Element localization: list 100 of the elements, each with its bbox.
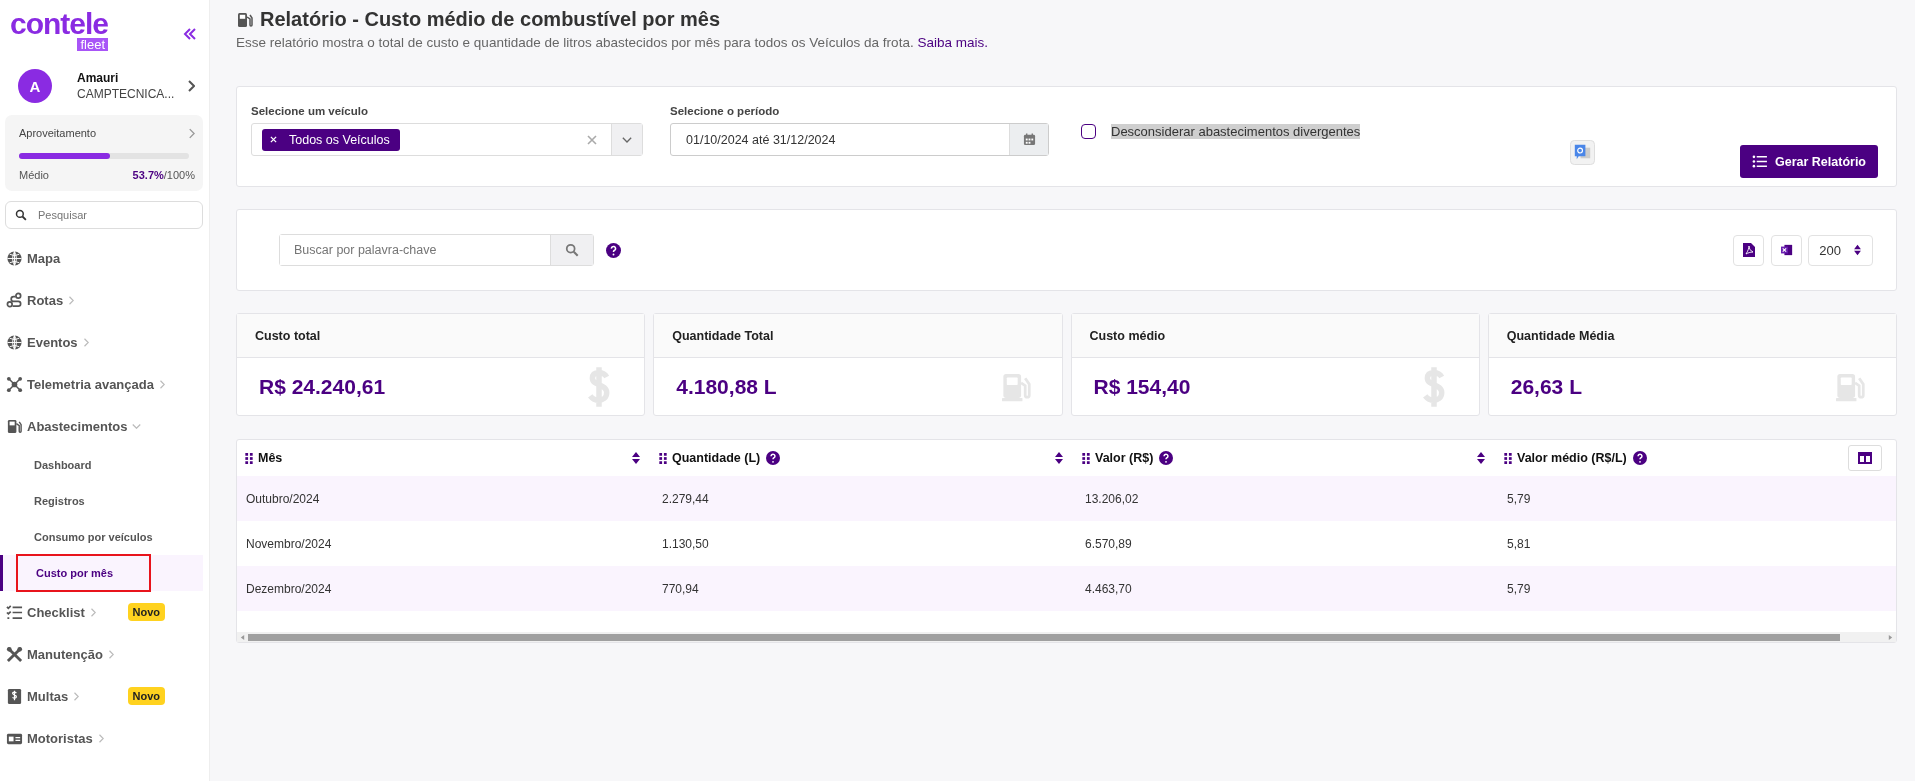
page-description: Esse relatório mostra o total de custo e quantidade de litros abastecidos por mês para todos os Veículos da frota. Saiba mais. xyxy=(236,35,989,50)
pdf-file-icon xyxy=(1742,243,1755,257)
learn-more-link[interactable]: Saiba mais. xyxy=(917,35,988,50)
table-cell: 5,81 xyxy=(1507,536,1531,551)
search-button[interactable] xyxy=(550,235,593,265)
page-size-select[interactable]: 200 xyxy=(1808,234,1873,266)
nav-item[interactable]: Eventos xyxy=(0,321,203,363)
nodes-icon xyxy=(6,375,23,393)
table-cell: 13.206,02 xyxy=(1085,491,1139,506)
pdf-export-button[interactable] xyxy=(1733,234,1765,266)
table-cell: 5,79 xyxy=(1507,581,1531,596)
stat-value: R$ 154,40 xyxy=(1093,374,1191,399)
chevron-right-icon[interactable] xyxy=(187,80,195,92)
user-name: Amauri xyxy=(77,71,120,85)
fuel-pump-icon xyxy=(6,417,23,435)
logo-badge: fleet xyxy=(77,38,108,51)
drag-handle-icon[interactable] xyxy=(1082,452,1090,464)
drag-handle-icon[interactable] xyxy=(659,452,667,464)
submenu-item[interactable]: Custo por mês xyxy=(16,554,151,592)
table-cell: Novembro/2024 xyxy=(246,536,332,551)
vehicle-select[interactable]: Todos os Veículos xyxy=(251,123,643,156)
usage-rating: Médio xyxy=(19,169,49,181)
table-cell: 6.570,89 xyxy=(1085,536,1132,551)
nav-item[interactable]: Manutenção xyxy=(0,633,203,675)
checkbox[interactable] xyxy=(1081,124,1096,139)
stat-value: 26,63 L xyxy=(1510,374,1582,399)
dropdown-toggle[interactable] xyxy=(611,124,642,155)
field-label: Selecione um veículo xyxy=(251,105,369,117)
globe-icon xyxy=(6,249,23,267)
avatar: A xyxy=(18,69,52,103)
table-cell: Dezembro/2024 xyxy=(246,581,332,596)
stat-title: Custo total xyxy=(237,314,645,358)
globe-icon xyxy=(6,333,23,351)
search-field[interactable]: Pesquisar xyxy=(5,201,203,229)
column-header[interactable]: Mês xyxy=(237,440,651,476)
search-icon xyxy=(15,209,27,221)
date-range-field[interactable]: 01/10/2024 até 31/12/2024 xyxy=(670,123,1049,156)
usage-card[interactable]: Aproveitamento Médio 53.7%/100% xyxy=(5,115,203,191)
new-badge: Novo xyxy=(127,687,165,705)
help-icon[interactable] xyxy=(1632,451,1647,465)
submenu-item[interactable]: Registros xyxy=(16,482,103,520)
calendar-icon xyxy=(1022,133,1036,146)
new-badge: Novo xyxy=(127,603,165,621)
generate-report-button[interactable]: Gerar Relatório xyxy=(1740,145,1878,178)
table-cell: 770,94 xyxy=(662,581,699,596)
company-name: CAMPTECNICA... xyxy=(77,87,176,101)
table-cell: 2.279,44 xyxy=(662,491,709,506)
search-icon xyxy=(565,243,579,257)
logo-wordmark: contele xyxy=(10,10,109,38)
nav-item[interactable]: Abastecimentos xyxy=(0,405,203,447)
table-cell: 5,79 xyxy=(1507,491,1531,506)
translate-icon[interactable] xyxy=(1570,140,1595,165)
submenu-item[interactable]: Dashboard xyxy=(16,446,110,484)
sort-icon[interactable] xyxy=(1054,451,1064,465)
vehicle-chip[interactable]: Todos os Veículos xyxy=(262,128,400,151)
help-icon[interactable] xyxy=(1159,451,1174,465)
fuel-pump-icon xyxy=(236,10,254,29)
nav-item[interactable]: Rotas xyxy=(0,279,203,321)
excel-file-icon xyxy=(1780,243,1793,257)
stat-value: R$ 24.240,61 xyxy=(259,374,386,399)
help-icon[interactable] xyxy=(766,451,781,465)
nav-item[interactable]: Motoristas xyxy=(0,717,203,759)
stat-value: 4.180,88 L xyxy=(676,374,777,399)
columns-icon xyxy=(1858,452,1872,464)
remove-icon[interactable] xyxy=(270,136,277,143)
stat-title: Custo médio xyxy=(1071,314,1479,358)
nav-item[interactable]: Checklist Novo xyxy=(0,591,203,633)
collapse-icon[interactable] xyxy=(183,28,197,40)
sort-icon[interactable] xyxy=(631,451,641,465)
drag-handle-icon[interactable] xyxy=(1504,452,1512,464)
table-cell: Outubro/2024 xyxy=(246,491,320,506)
tools-icon xyxy=(6,645,23,663)
chevron-down-icon xyxy=(622,136,632,143)
table-cell: 1.130,50 xyxy=(662,536,709,551)
excel-export-button[interactable] xyxy=(1771,234,1803,266)
help-icon[interactable] xyxy=(606,242,621,258)
checklist-icon xyxy=(6,603,23,621)
usage-value: 53.7% xyxy=(132,169,164,181)
sort-icon[interactable] xyxy=(1476,451,1486,465)
dollar-document-icon xyxy=(6,687,23,705)
stat-title: Quantidade Total xyxy=(654,314,1062,358)
column-header[interactable]: Valor (R$) xyxy=(1074,440,1496,476)
usage-total: /100% xyxy=(163,169,195,181)
table-cell: 4.463,70 xyxy=(1085,581,1132,596)
column-header[interactable]: Valor médio (R$/L) xyxy=(1496,440,1896,476)
nav-item[interactable]: Multas Novo xyxy=(0,675,203,717)
list-icon xyxy=(1752,155,1767,168)
column-header[interactable]: Quantidade (L) xyxy=(651,440,1074,476)
nav-item[interactable]: Telemetria avançada xyxy=(0,363,203,405)
checkbox-label[interactable]: Desconsiderar abastecimentos divergentes xyxy=(1111,124,1361,139)
chevron-right-icon xyxy=(188,127,195,139)
columns-button[interactable] xyxy=(1848,445,1882,471)
route-icon xyxy=(6,291,23,309)
usage-label: Aproveitamento xyxy=(19,127,97,139)
keyword-search-field[interactable]: Buscar por palavra-chave xyxy=(279,234,594,266)
nav-item[interactable]: Mapa xyxy=(0,237,203,279)
drag-handle-icon[interactable] xyxy=(245,452,253,464)
field-label: Selecione o período xyxy=(670,105,781,117)
submenu-item[interactable]: Consumo por veículos xyxy=(16,518,171,556)
calendar-button[interactable] xyxy=(1009,124,1048,155)
